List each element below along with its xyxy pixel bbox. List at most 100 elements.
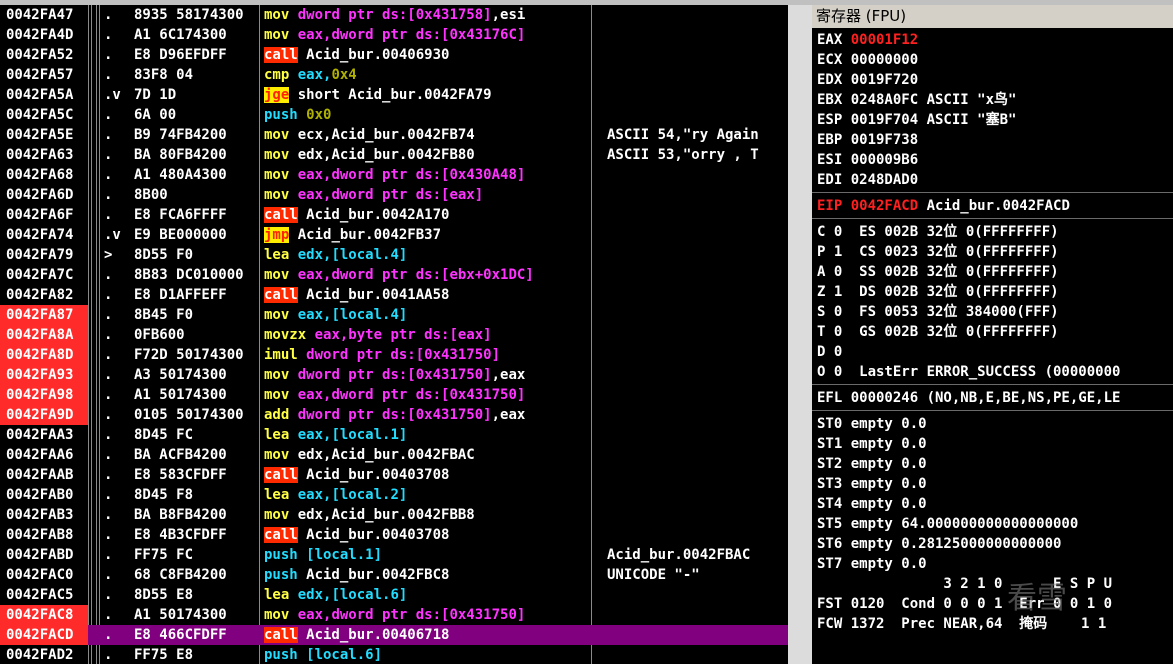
- fpu-register[interactable]: ST1 empty 0.0: [817, 434, 927, 454]
- flag-segment-line[interactable]: S 0 FS 0053 32位 384000(FFF): [817, 302, 1059, 322]
- flag-segment-line[interactable]: A 0 SS 002B 32位 0(FFFFFFFF): [817, 262, 1059, 282]
- disasm-row[interactable]: 0042FA5E. B9 74FB4200 mov ecx,Acid_bur.004…: [0, 125, 788, 145]
- instruction[interactable]: push [local.6]: [264, 645, 590, 664]
- address-cell[interactable]: 0042FA5C: [0, 105, 88, 125]
- address-cell[interactable]: 0042FA57: [0, 65, 88, 85]
- instruction[interactable]: mov ecx,Acid_bur.0042FB74: [264, 125, 590, 145]
- fpu-register[interactable]: ST3 empty 0.0: [817, 474, 927, 494]
- disasm-row[interactable]: 0042FA68. A1 480A4300 mov eax,dword ptr ds…: [0, 165, 788, 185]
- instruction[interactable]: cmp eax,0x4: [264, 65, 590, 85]
- instruction[interactable]: call Acid_bur.00403708: [264, 525, 590, 545]
- disasm-row[interactable]: 0042FA9D. 0105 50174300 add dword ptr ds:[…: [0, 405, 788, 425]
- disasm-row[interactable]: 0042FA7C. 8B83 DC010000 mov eax,dword ptr …: [0, 265, 788, 285]
- disasm-row[interactable]: 0042FA47. 8935 58174300 mov dword ptr ds:[…: [0, 5, 788, 25]
- address-cell[interactable]: 0042FA82: [0, 285, 88, 305]
- address-cell[interactable]: 0042FACD: [0, 625, 88, 645]
- disasm-row[interactable]: 0042FA5A .v 7D 1D jge short Acid_bur.0042FA…: [0, 85, 788, 105]
- disasm-row[interactable]: 0042FA52. E8 D96EFDFF call Acid_bur.004069…: [0, 45, 788, 65]
- address-cell[interactable]: 0042FA87: [0, 305, 88, 325]
- fpu-register[interactable]: ST4 empty 0.0: [817, 494, 927, 514]
- disasm-row[interactable]: 0042FAD2. FF75 E8 push [local.6]: [0, 645, 788, 664]
- address-cell[interactable]: 0042FA6D: [0, 185, 88, 205]
- address-cell[interactable]: 0042FA68: [0, 165, 88, 185]
- address-cell[interactable]: 0042FAA3: [0, 425, 88, 445]
- address-cell[interactable]: 0042FA98: [0, 385, 88, 405]
- instruction[interactable]: call Acid_bur.00406718: [264, 625, 590, 645]
- instruction[interactable]: call Acid_bur.0042A170: [264, 205, 590, 225]
- register-ebx[interactable]: EBX 0248A0FC ASCII "x鸟": [817, 90, 1016, 110]
- instruction[interactable]: mov edx,Acid_bur.0042FB80: [264, 145, 590, 165]
- address-cell[interactable]: 0042FAB3: [0, 505, 88, 525]
- instruction[interactable]: jmp Acid_bur.0042FB37: [264, 225, 590, 245]
- address-cell[interactable]: 0042FA47: [0, 5, 88, 25]
- instruction[interactable]: push 0x0: [264, 105, 590, 125]
- instruction[interactable]: call Acid_bur.0041AA58: [264, 285, 590, 305]
- fpu-status-word[interactable]: FST 0120 Cond 0 0 0 1 Err 0 0 1 0: [817, 594, 1112, 614]
- address-cell[interactable]: 0042FAAB: [0, 465, 88, 485]
- address-cell[interactable]: 0042FA6F: [0, 205, 88, 225]
- instruction[interactable]: imul dword ptr ds:[0x431750]: [264, 345, 590, 365]
- disasm-row[interactable]: 0042FA79 >8D55 F0 lea edx,[local.4]: [0, 245, 788, 265]
- instruction[interactable]: mov dword ptr ds:[0x431758],esi: [264, 5, 590, 25]
- address-cell[interactable]: 0042FAC0: [0, 565, 88, 585]
- disasm-row[interactable]: 0042FAA3. 8D45 FC lea eax,[local.1]: [0, 425, 788, 445]
- register-edi[interactable]: EDI 0248DAD0: [817, 170, 918, 190]
- disasm-row[interactable]: 0042FAC0. 68 C8FB4200 push Acid_bur.0042FB…: [0, 565, 788, 585]
- address-cell[interactable]: 0042FA9D: [0, 405, 88, 425]
- disasm-row[interactable]: 0042FABD. FF75 FC push [local.1] Acid_bur.0…: [0, 545, 788, 565]
- instruction[interactable]: mov eax,dword ptr ds:[0x431750]: [264, 605, 590, 625]
- fpu-register[interactable]: ST6 empty 0.28125000000000000: [817, 534, 1061, 554]
- instruction[interactable]: call Acid_bur.00406930: [264, 45, 590, 65]
- instruction[interactable]: lea edx,[local.4]: [264, 245, 590, 265]
- disasm-row[interactable]: 0042FA4D. A1 6C174300 mov eax,dword ptr ds…: [0, 25, 788, 45]
- flag-segment-line[interactable]: D 0: [817, 342, 842, 362]
- address-cell[interactable]: 0042FA5E: [0, 125, 88, 145]
- address-cell[interactable]: 0042FABD: [0, 545, 88, 565]
- instruction[interactable]: mov eax,[local.4]: [264, 305, 590, 325]
- register-ecx[interactable]: ECX 00000000: [817, 50, 918, 70]
- disasm-row[interactable]: 0042FAB0. 8D45 F8 lea eax,[local.2]: [0, 485, 788, 505]
- instruction[interactable]: mov dword ptr ds:[0x431750],eax: [264, 365, 590, 385]
- address-cell[interactable]: 0042FAA6: [0, 445, 88, 465]
- instruction[interactable]: push Acid_bur.0042FBC8: [264, 565, 590, 585]
- instruction[interactable]: lea eax,[local.1]: [264, 425, 590, 445]
- register-esi[interactable]: ESI 000009B6: [817, 150, 918, 170]
- instruction[interactable]: lea eax,[local.2]: [264, 485, 590, 505]
- register-pane[interactable]: 寄存器 (FPU) EAX 00001F12 ECX 00000000 EDX 00…: [812, 5, 1173, 664]
- address-cell[interactable]: 0042FA8D: [0, 345, 88, 365]
- fpu-register[interactable]: ST0 empty 0.0: [817, 414, 927, 434]
- register-efl[interactable]: EFL 00000246 (NO,NB,E,BE,NS,PE,GE,LE: [817, 388, 1120, 408]
- address-cell[interactable]: 0042FAC8: [0, 605, 88, 625]
- disasm-row[interactable]: 0042FA5C. 6A 00 push 0x0: [0, 105, 788, 125]
- register-esp[interactable]: ESP 0019F704 ASCII "塞B": [817, 110, 1016, 130]
- fpu-register[interactable]: ST2 empty 0.0: [817, 454, 927, 474]
- register-ebp[interactable]: EBP 0019F738: [817, 130, 918, 150]
- instruction[interactable]: mov eax,dword ptr ds:[0x43176C]: [264, 25, 590, 45]
- instruction[interactable]: call Acid_bur.00403708: [264, 465, 590, 485]
- address-cell[interactable]: 0042FA4D: [0, 25, 88, 45]
- flag-segment-line[interactable]: Z 1 DS 002B 32位 0(FFFFFFFF): [817, 282, 1059, 302]
- address-cell[interactable]: 0042FAB0: [0, 485, 88, 505]
- fpu-register[interactable]: ST5 empty 64.000000000000000000: [817, 514, 1078, 534]
- instruction[interactable]: mov eax,dword ptr ds:[eax]: [264, 185, 590, 205]
- disassembly-pane[interactable]: 0042FA47. 8935 58174300 mov dword ptr ds:[…: [0, 5, 788, 664]
- instruction[interactable]: lea edx,[local.6]: [264, 585, 590, 605]
- address-cell[interactable]: 0042FA79: [0, 245, 88, 265]
- fpu-register[interactable]: ST7 empty 0.0: [817, 554, 927, 574]
- register-eax[interactable]: EAX 00001F12: [817, 30, 918, 50]
- fpu-control-word[interactable]: FCW 1372 Prec NEAR,64 掩码 1 1: [817, 614, 1106, 634]
- address-cell[interactable]: 0042FA93: [0, 365, 88, 385]
- flag-segment-line[interactable]: C 0 ES 002B 32位 0(FFFFFFFF): [817, 222, 1059, 242]
- register-edx[interactable]: EDX 0019F720: [817, 70, 918, 90]
- address-cell[interactable]: 0042FAD2: [0, 645, 88, 664]
- instruction[interactable]: add dword ptr ds:[0x431750],eax: [264, 405, 590, 425]
- flag-segment-line[interactable]: P 1 CS 0023 32位 0(FFFFFFFF): [817, 242, 1059, 262]
- address-cell[interactable]: 0042FA52: [0, 45, 88, 65]
- disasm-row[interactable]: 0042FACD. E8 466CFDFF call Acid_bur.004067…: [0, 625, 788, 645]
- disasm-row[interactable]: 0042FAA6. BA ACFB4200 mov edx,Acid_bur.004…: [0, 445, 788, 465]
- instruction[interactable]: push [local.1]: [264, 545, 590, 565]
- instruction[interactable]: jge short Acid_bur.0042FA79: [264, 85, 590, 105]
- disasm-row[interactable]: 0042FA6D. 8B00 mov eax,dword ptr ds:[eax]: [0, 185, 788, 205]
- pane-splitter[interactable]: [788, 5, 812, 664]
- instruction[interactable]: mov edx,Acid_bur.0042FBB8: [264, 505, 590, 525]
